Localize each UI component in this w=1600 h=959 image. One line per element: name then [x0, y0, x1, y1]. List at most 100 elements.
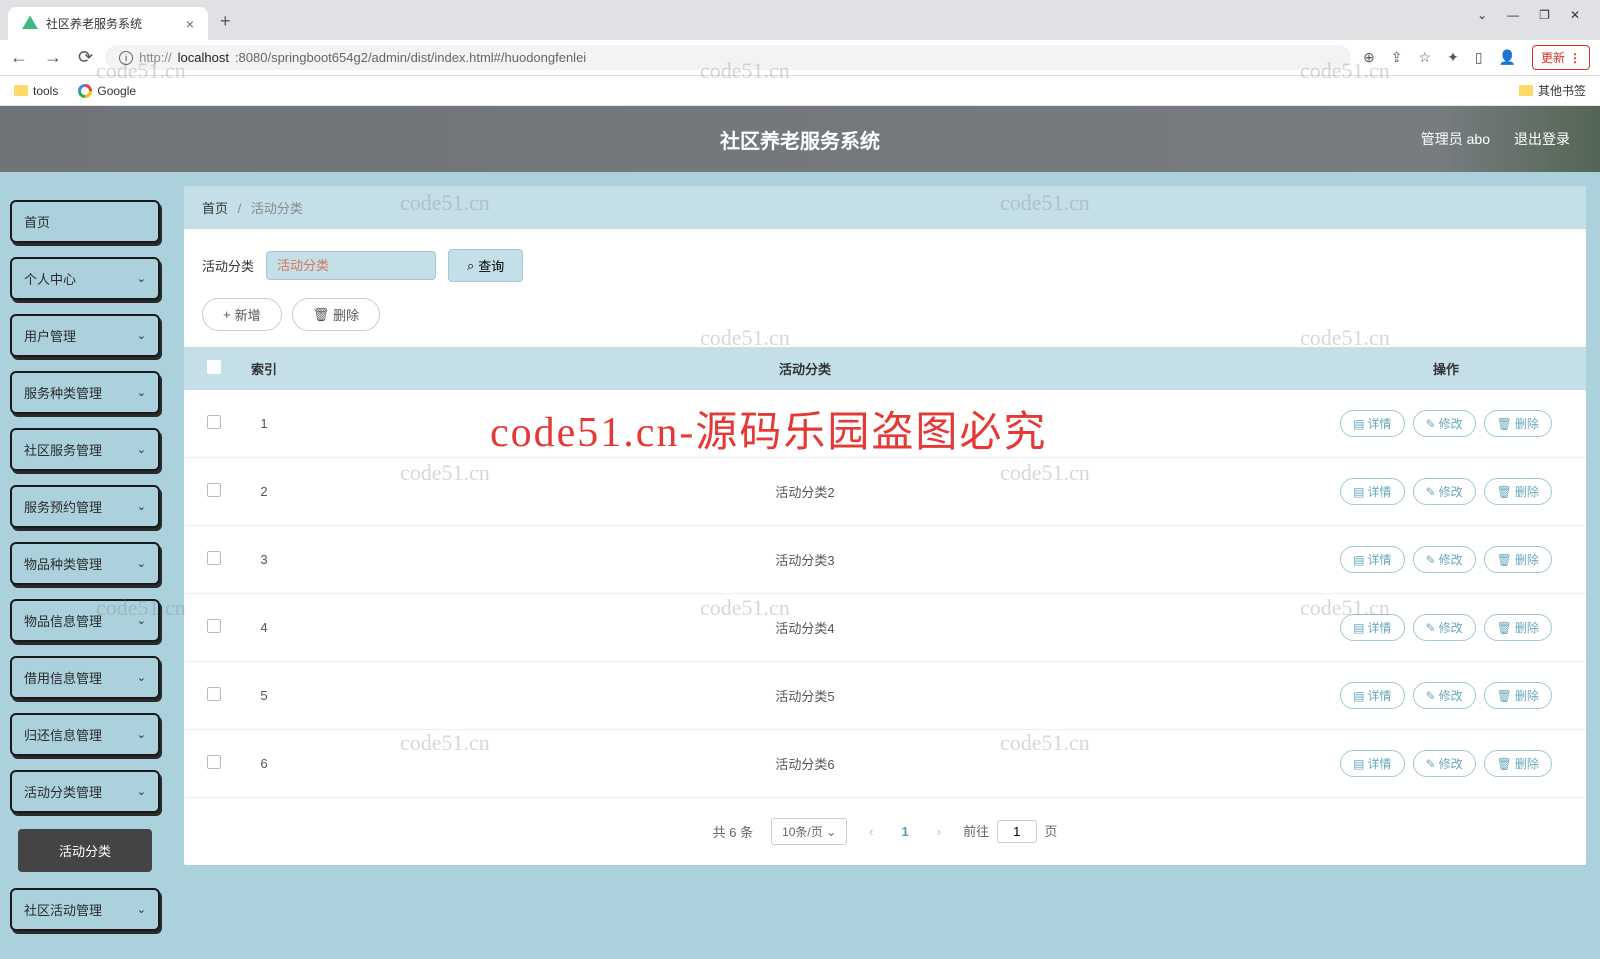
row-delete-button[interactable]: 🗑删除: [1484, 682, 1552, 709]
sidebar-item[interactable]: 用户管理⌄: [10, 314, 160, 357]
bookmark-other[interactable]: 其他书签: [1519, 82, 1586, 99]
close-icon[interactable]: ×: [186, 16, 194, 32]
doc-icon: ▤: [1353, 621, 1364, 635]
page-prev[interactable]: ‹: [865, 824, 877, 839]
back-icon[interactable]: ←: [10, 47, 28, 68]
chevron-down-icon: ⌄: [137, 785, 146, 798]
row-checkbox[interactable]: [207, 619, 221, 633]
row-checkbox[interactable]: [207, 483, 221, 497]
page-goto: 前往 页: [963, 820, 1057, 843]
close-window-icon[interactable]: ✕: [1570, 8, 1580, 22]
detail-button[interactable]: ▤详情: [1340, 410, 1404, 437]
detail-button[interactable]: ▤详情: [1340, 614, 1404, 641]
edit-button[interactable]: ✎修改: [1413, 682, 1476, 709]
data-table: 索引 活动分类 操作 1▤详情✎修改🗑删除2活动分类2▤详情✎修改🗑删除3活动分…: [184, 347, 1586, 798]
sidebar-item-label: 服务预约管理: [24, 497, 102, 516]
address-bar: ← → ⟳ i http://localhost:8080/springboot…: [0, 40, 1600, 76]
row-delete-button[interactable]: 🗑删除: [1484, 410, 1552, 437]
table-row: 1 ▤详情 ✎修改 🗑删除: [184, 390, 1586, 458]
sidebar-item-label: 物品种类管理: [24, 554, 102, 573]
table-row: 4活动分类4▤详情✎修改🗑删除: [184, 594, 1586, 662]
edit-icon: ✎: [1426, 417, 1436, 431]
sidebar-item[interactable]: 个人中心⌄: [10, 257, 160, 300]
sidebar-item[interactable]: 归还信息管理⌄: [10, 713, 160, 756]
page-goto-input[interactable]: [997, 820, 1037, 843]
edit-button[interactable]: ✎修改: [1413, 750, 1476, 777]
row-delete-button[interactable]: 🗑删除: [1484, 546, 1552, 573]
sidebar-item[interactable]: 社区活动管理⌄: [10, 888, 160, 931]
detail-button[interactable]: ▤详情: [1340, 546, 1404, 573]
breadcrumb-home[interactable]: 首页: [202, 201, 228, 216]
cell-category: 活动分类2: [294, 482, 1316, 501]
page-current[interactable]: 1: [896, 824, 915, 839]
update-button[interactable]: 更新 ⋮: [1532, 45, 1590, 70]
profile-icon[interactable]: 👤: [1499, 49, 1516, 66]
search-text-icon[interactable]: ⊕: [1363, 49, 1375, 66]
cell-index: 1: [234, 416, 294, 431]
category-filter-input[interactable]: [266, 251, 436, 280]
sidebar-item[interactable]: 首页: [10, 200, 160, 243]
trash-icon: 🗑: [313, 307, 330, 323]
browser-tab-bar: 社区养老服务系统 × + ⌄ — ❐ ✕: [0, 0, 1600, 40]
add-button[interactable]: +新增: [202, 298, 282, 331]
edit-button[interactable]: ✎修改: [1413, 410, 1476, 437]
select-all-checkbox[interactable]: [207, 360, 221, 374]
browser-tab[interactable]: 社区养老服务系统 ×: [8, 7, 208, 40]
window-dropdown-icon[interactable]: ⌄: [1477, 8, 1487, 22]
sidebar-item[interactable]: 社区服务管理⌄: [10, 428, 160, 471]
doc-icon: ▤: [1353, 689, 1364, 703]
minimize-icon[interactable]: —: [1507, 8, 1519, 22]
trash-icon: 🗑: [1497, 689, 1512, 703]
chevron-down-icon: ⌄: [137, 500, 146, 513]
page-size-select[interactable]: 10条/页 ⌄: [771, 818, 847, 845]
google-icon: [78, 84, 92, 98]
sidebar-item[interactable]: 活动分类管理⌄: [10, 770, 160, 813]
share-icon[interactable]: ⇪: [1391, 49, 1403, 66]
sidebar-item[interactable]: 物品信息管理⌄: [10, 599, 160, 642]
sidebar-submenu-item[interactable]: 活动分类: [18, 829, 152, 872]
chevron-down-icon: ⌄: [137, 903, 146, 916]
edit-button[interactable]: ✎修改: [1413, 546, 1476, 573]
cell-index: 5: [234, 688, 294, 703]
row-delete-button[interactable]: 🗑删除: [1484, 750, 1552, 777]
page-next[interactable]: ›: [933, 824, 945, 839]
app-header: 社区养老服务系统 管理员 abo 退出登录: [0, 106, 1600, 172]
reload-icon[interactable]: ⟳: [78, 47, 93, 68]
bookmark-tools[interactable]: tools: [14, 84, 58, 98]
sidebar-item[interactable]: 物品种类管理⌄: [10, 542, 160, 585]
url-input[interactable]: i http://localhost:8080/springboot654g2/…: [105, 45, 1351, 70]
edit-button[interactable]: ✎修改: [1413, 614, 1476, 641]
doc-icon: ▤: [1353, 757, 1364, 771]
detail-button[interactable]: ▤详情: [1340, 750, 1404, 777]
breadcrumb-current: 活动分类: [251, 201, 303, 216]
bookmark-google[interactable]: Google: [78, 84, 136, 98]
user-label[interactable]: 管理员 abo: [1421, 129, 1490, 149]
sidebar-item-label: 归还信息管理: [24, 725, 102, 744]
row-delete-button[interactable]: 🗑删除: [1484, 478, 1552, 505]
edit-button[interactable]: ✎修改: [1413, 478, 1476, 505]
vue-icon: [22, 16, 38, 32]
sidebar-item[interactable]: 服务种类管理⌄: [10, 371, 160, 414]
maximize-icon[interactable]: ❐: [1539, 8, 1550, 22]
search-icon: ⌕: [467, 258, 474, 274]
row-checkbox[interactable]: [207, 687, 221, 701]
sidebar-item[interactable]: 借用信息管理⌄: [10, 656, 160, 699]
delete-button[interactable]: 🗑删除: [292, 298, 381, 331]
table-row: 2活动分类2▤详情✎修改🗑删除: [184, 458, 1586, 526]
row-checkbox[interactable]: [207, 415, 221, 429]
panel-icon[interactable]: ▯: [1475, 49, 1483, 66]
info-icon[interactable]: i: [119, 51, 133, 65]
row-delete-button[interactable]: 🗑删除: [1484, 614, 1552, 641]
new-tab-button[interactable]: +: [208, 3, 243, 40]
extensions-icon[interactable]: ✦: [1447, 49, 1459, 66]
sidebar-item[interactable]: 服务预约管理 ⌄: [10, 485, 160, 528]
doc-icon: ▤: [1353, 485, 1364, 499]
detail-button[interactable]: ▤详情: [1340, 478, 1404, 505]
row-checkbox[interactable]: [207, 551, 221, 565]
row-checkbox[interactable]: [207, 755, 221, 769]
search-button[interactable]: ⌕ 查询: [448, 249, 523, 282]
logout-link[interactable]: 退出登录: [1514, 129, 1570, 149]
star-icon[interactable]: ☆: [1419, 49, 1432, 66]
detail-button[interactable]: ▤详情: [1340, 682, 1404, 709]
forward-icon[interactable]: →: [44, 47, 62, 68]
